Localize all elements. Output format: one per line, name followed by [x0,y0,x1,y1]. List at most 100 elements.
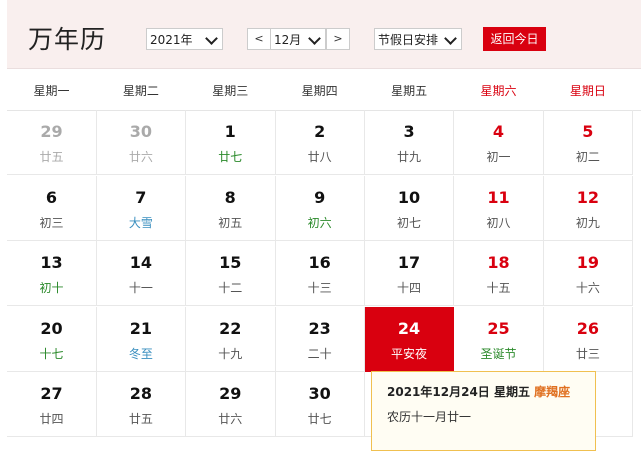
weekday-label: 星期六 [480,84,517,98]
lunar-date: 廿六 [218,412,243,426]
day-number: 18 [487,253,510,272]
popup-lunar: 农历十一月廿一 [387,410,472,424]
day-cell[interactable]: 22 十九 [185,306,276,372]
lunar-date: 廿六 [128,150,153,164]
day-number: 7 [135,187,147,207]
weekday-label: 星期五 [391,84,428,98]
lunar-date: 廿三 [575,346,600,361]
day-number: 30 [308,384,331,403]
day-number: 5 [582,122,594,141]
chevron-down-icon [308,32,321,45]
day-cell[interactable]: 10 初七 [364,175,455,241]
day-cell[interactable]: 25 圣诞节 [454,306,544,372]
day-number: 25 [487,318,510,338]
day-cell[interactable]: 2 廿八 [275,110,366,175]
day-cell[interactable]: 5 初二 [543,110,634,175]
day-cell[interactable]: 26 廿三 [543,306,634,372]
day-number: 10 [397,187,421,207]
day-number: 11 [487,187,510,207]
day-cell[interactable]: 20 十七 [7,306,97,372]
day-number: 29 [219,384,242,403]
weekday-label: 星期四 [301,84,338,98]
lunar-date: 廿八 [307,150,332,164]
day-cell[interactable]: 12 初九 [543,175,634,241]
day-cell[interactable]: 14 十一 [96,241,187,306]
day-number: 9 [314,187,326,207]
day-cell[interactable]: 30 廿六 [96,110,187,175]
lunar-date: 初九 [575,215,600,230]
day-cell[interactable]: 7 大雪 [96,175,187,241]
day-number: 15 [219,253,242,272]
weekday-label: 星期二 [122,84,159,98]
weekday-header: 星期一 星期二 星期三 星期四 星期五 星期六 星期日 [7,69,641,111]
lunar-date: 初一 [486,150,511,164]
lunar-date: 大雪 [128,215,153,230]
day-cell[interactable]: 23 二十 [275,306,366,372]
calendar-title: 万年历 [28,25,107,54]
weekday-label: 星期日 [569,84,606,98]
day-cell[interactable]: 16 十三 [275,241,366,306]
lunar-date: 冬至 [128,346,153,361]
day-number: 14 [129,253,152,272]
lunar-date: 二十 [307,346,332,361]
day-number: 1 [224,122,236,141]
lunar-date: 初六 [307,215,332,230]
day-cell[interactable]: 29 廿六 [185,372,276,437]
lunar-date: 十三 [307,281,332,295]
day-number: 20 [40,318,63,338]
calendar-widget: 万年历 2021年 < 12月 > 节假日安排 返回今日 星期一 星期二 星期三 星期… [7,0,641,451]
day-number: 23 [308,318,331,338]
day-cell[interactable]: 6 初三 [7,175,97,241]
day-cell[interactable]: 18 十五 [454,241,544,306]
day-cell[interactable]: 30 廿七 [275,372,366,437]
day-number: 8 [224,187,236,207]
day-number: 13 [40,253,63,272]
day-cell[interactable]: 15 十二 [185,241,276,306]
day-number: 22 [219,318,242,338]
chevron-down-icon [205,32,218,45]
back-to-today-button[interactable]: 返回今日 [483,27,546,51]
lunar-date: 十一 [128,281,153,295]
day-cell[interactable]: 9 初六 [275,175,366,241]
day-number: 27 [40,384,63,403]
day-number: 6 [45,187,58,207]
next-month-button[interactable]: > [326,28,350,50]
lunar-date: 平安夜 [391,346,428,361]
holiday-value: 节假日安排 [378,32,439,47]
lunar-date: 廿五 [39,150,64,164]
day-cell[interactable]: 11 初八 [454,175,544,241]
weekday-label: 星期三 [212,84,249,98]
day-number: 19 [576,253,599,272]
day-cell[interactable]: 17 十四 [364,241,455,306]
lunar-date: 廿九 [397,150,422,164]
day-cell[interactable]: 29 廿五 [7,110,97,175]
day-cell[interactable]: 19 十六 [543,241,634,306]
day-cell-selected[interactable]: 24 平安夜 [364,306,455,372]
month-select[interactable]: 12月 [270,28,326,50]
day-cell[interactable]: 28 廿五 [96,372,187,437]
lunar-date: 廿七 [307,412,332,426]
lunar-date: 十四 [397,281,422,295]
day-number: 16 [308,253,331,272]
year-value: 2021年 [150,32,193,47]
lunar-date: 初七 [397,215,422,230]
calendar-header: 万年历 2021年 < 12月 > 节假日安排 返回今日 [7,0,641,69]
lunar-date: 十六 [575,281,600,295]
day-cell[interactable]: 8 初五 [185,175,276,241]
holiday-select[interactable]: 节假日安排 [374,28,462,50]
day-cell[interactable]: 21 冬至 [96,306,187,372]
day-cell[interactable]: 4 初一 [454,110,544,175]
day-cell[interactable]: 13 初十 [7,241,97,306]
lunar-date: 初三 [39,215,64,230]
month-value: 12月 [274,32,302,47]
lunar-date: 十七 [39,346,64,361]
day-number: 29 [40,122,63,141]
day-cell[interactable]: 27 廿四 [7,372,97,437]
lunar-date: 廿七 [218,150,243,164]
day-number: 30 [129,122,152,141]
day-cell[interactable]: 1 廿七 [185,110,276,175]
day-cell[interactable]: 3 廿九 [364,110,455,175]
lunar-date: 初二 [575,150,600,164]
prev-month-button[interactable]: < [247,28,271,50]
year-select[interactable]: 2021年 [146,28,223,50]
